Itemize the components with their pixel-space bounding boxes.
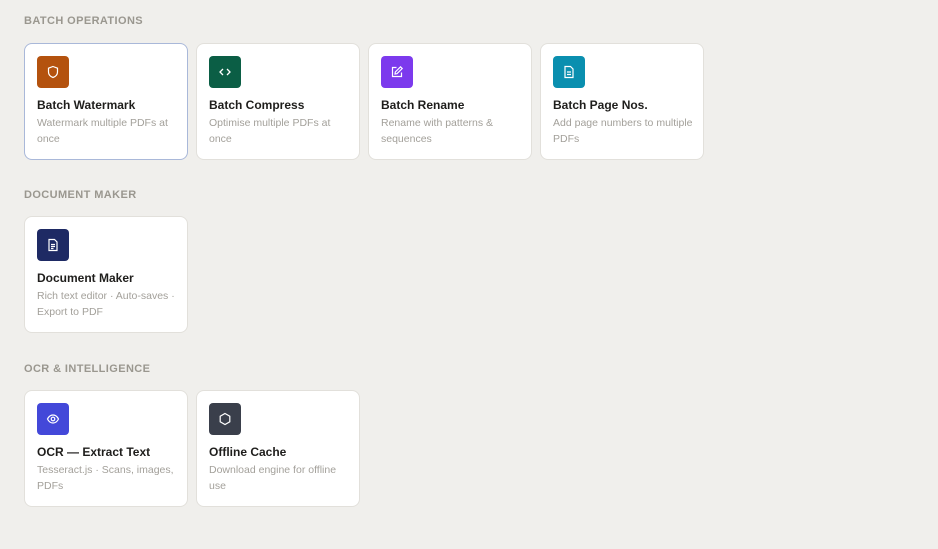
card-batch-watermark[interactable]: Batch Watermark Watermark multiple PDFs … <box>24 43 188 160</box>
card-title: Document Maker <box>37 271 134 285</box>
tools-page: BATCH OPERATIONS Batch Watermark Waterma… <box>0 0 938 549</box>
card-title: Batch Compress <box>209 98 305 112</box>
section-title-ocr-intelligence: OCR & INTELLIGENCE <box>24 363 151 375</box>
card-batch-compress[interactable]: Batch Compress Optimise multiple PDFs at… <box>196 43 360 160</box>
card-batch-page-nos[interactable]: Batch Page Nos. Add page numbers to mult… <box>540 43 704 160</box>
hexagon-icon <box>209 403 241 435</box>
card-description: Download engine for offline use <box>209 464 337 492</box>
eye-icon <box>37 403 69 435</box>
card-title: Batch Page Nos. <box>553 98 648 112</box>
card-title: Batch Rename <box>381 98 465 112</box>
shield-icon <box>37 56 69 88</box>
card-description: Optimise multiple PDFs at once <box>209 117 331 145</box>
card-batch-rename[interactable]: Batch Rename Rename with patterns & sequ… <box>368 43 532 160</box>
card-document-maker[interactable]: Document Maker Rich text editor · Auto-s… <box>24 216 188 333</box>
card-description: Rich text editor · Auto-saves · Export t… <box>37 290 175 318</box>
card-ocr-extract-text[interactable]: OCR — Extract Text Tesseract.js · Scans,… <box>24 390 188 507</box>
edit-icon <box>381 56 413 88</box>
card-description: Rename with patterns & sequences <box>381 117 494 145</box>
card-description: Tesseract.js · Scans, images, PDFs <box>37 464 174 492</box>
card-title: Batch Watermark <box>37 98 136 112</box>
card-description: Add page numbers to multiple PDFs <box>553 117 693 145</box>
card-title: OCR — Extract Text <box>37 445 151 459</box>
card-description: Watermark multiple PDFs at once <box>37 117 168 145</box>
section-title-document-maker: DOCUMENT MAKER <box>24 189 137 201</box>
section-title-batch-operations: BATCH OPERATIONS <box>24 15 144 27</box>
card-title: Offline Cache <box>209 445 287 459</box>
code-icon <box>209 56 241 88</box>
document-icon <box>37 229 69 261</box>
file-icon <box>553 56 585 88</box>
card-offline-cache[interactable]: Offline Cache Download engine for offlin… <box>196 390 360 507</box>
